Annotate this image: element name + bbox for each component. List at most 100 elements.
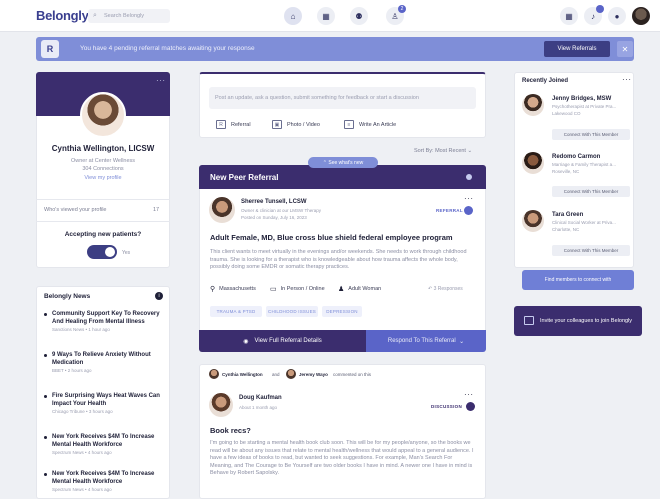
referral-chip[interactable]: TRAUMA & PTSD: [210, 306, 262, 317]
discussion-post-date: About 1 month ago: [239, 405, 278, 410]
responses-text: 3 Responses: [433, 286, 463, 292]
news-item[interactable]: New York Receives $4M To Increase Mental…: [44, 470, 164, 492]
news-headline: New York Receives $4M To Increase Mental…: [44, 470, 164, 486]
respond-referral-button[interactable]: Respond To This Referral ⌄: [366, 330, 486, 352]
info-icon[interactable]: i: [155, 292, 163, 300]
location-text: Massachusetts: [219, 286, 256, 292]
discussion-title[interactable]: Book recs?: [210, 426, 251, 435]
referral-author-avatar[interactable]: [209, 197, 235, 223]
commenter-avatar[interactable]: [286, 369, 296, 379]
directory-nav-button[interactable]: ▦: [317, 7, 335, 25]
messages-button[interactable]: ●: [608, 7, 626, 25]
member-avatar[interactable]: [522, 152, 544, 174]
invite-label: Invite your colleagues to join Belongly: [540, 318, 633, 324]
referral-action-label: Referral: [231, 121, 251, 128]
profile-connections[interactable]: 304 Connections: [36, 166, 170, 172]
referral-responses[interactable]: ↶ 3 Responses: [428, 286, 463, 292]
group-icon: ⚉: [355, 11, 363, 21]
commenter-name[interactable]: Cynthia Wellington: [222, 372, 263, 377]
sort-label: Sort By: Most Recent: [414, 148, 466, 154]
discussion-author-name[interactable]: Doug Kaufman: [239, 395, 282, 401]
news-headline: 9 Ways To Relieve Anxiety Without Medica…: [44, 351, 164, 367]
grid-icon: ▦: [565, 11, 573, 21]
member-name[interactable]: Redomo Carmon: [552, 154, 600, 160]
referral-chip[interactable]: DEPRESSION: [322, 306, 362, 317]
profile-more-icon[interactable]: ···: [156, 76, 166, 85]
banner-message: You have 4 pending referral matches awai…: [80, 45, 255, 52]
member-role: Marriage & Family Therapist a...: [552, 162, 616, 167]
referral-client: ♟ Adult Woman: [338, 285, 381, 293]
referrals-nav-button[interactable]: ♙ 2: [386, 5, 406, 25]
find-members-button[interactable]: Find members to connect with: [522, 270, 634, 290]
groups-nav-button[interactable]: ⚉: [350, 7, 368, 25]
search-placeholder: Search Belongly: [104, 13, 145, 19]
referral-post-date: Posted on Sunday, July 16, 2023: [241, 215, 307, 220]
member-avatar[interactable]: [522, 94, 544, 116]
referral-body: This client wants to meet virtually in t…: [210, 249, 467, 270]
connect-member-button[interactable]: Connect With This Member: [552, 245, 630, 256]
divider: [36, 199, 170, 200]
view-details-label: View Full Referral Details: [254, 338, 322, 344]
referral-author-title: Owner & clinician at our LMSW Therapy: [241, 208, 321, 213]
recent-more-icon[interactable]: ···: [622, 75, 632, 84]
discussion-author-avatar[interactable]: [209, 393, 233, 417]
referral-headline[interactable]: Adult Female, MD, Blue cross blue shield…: [210, 233, 453, 242]
client-text: Adult Woman: [348, 286, 382, 292]
apps-grid-button[interactable]: ▦: [560, 7, 578, 25]
write-article-action-button[interactable]: ≡ Write An Article: [344, 120, 396, 129]
referral-card-title: New Peer Referral: [210, 173, 279, 182]
notification-dot: [596, 5, 604, 13]
news-source: BBET • 2 hours ago: [52, 368, 92, 373]
commenter-name[interactable]: Jeremy Wayo: [299, 372, 328, 377]
user-avatar[interactable]: [632, 7, 650, 25]
commenter-avatar[interactable]: [209, 369, 219, 379]
sort-dropdown[interactable]: Sort By: Most Recent ⌄: [414, 148, 472, 154]
notifications-button[interactable]: ♪: [584, 5, 604, 25]
member-name[interactable]: Tara Green: [552, 212, 583, 218]
video-call-icon: ▭: [270, 286, 277, 293]
referral-tag: REFERRAL: [436, 208, 463, 213]
chevron-down-icon: ⌄: [467, 148, 473, 154]
photo-action-label: Photo / Video: [287, 121, 320, 128]
belongly-logo[interactable]: Belongly: [36, 8, 89, 23]
article-icon: ≡: [344, 120, 354, 129]
view-profile-link[interactable]: View my profile: [36, 175, 170, 181]
connect-member-button[interactable]: Connect With This Member: [552, 186, 630, 197]
referral-action-button[interactable]: R Referral: [216, 120, 251, 129]
referral-settings-icon[interactable]: [466, 174, 472, 180]
member-avatar[interactable]: [522, 210, 544, 232]
recently-joined-title: Recently Joined: [522, 78, 569, 84]
profile-name: Cynthia Wellington, LICSW: [51, 144, 155, 153]
view-referral-details-button[interactable]: ◉ View Full Referral Details: [199, 330, 366, 352]
location-pin-icon: ⚲: [210, 286, 216, 293]
profile-viewers-label[interactable]: Who's viewed your profile: [44, 207, 107, 213]
respond-label: Respond To This Referral: [387, 338, 456, 344]
photo-video-action-button[interactable]: ▣ Photo / Video: [272, 120, 320, 129]
news-item[interactable]: New York Receives $4M To Increase Mental…: [44, 433, 164, 455]
profile-photo[interactable]: [80, 92, 126, 138]
discussion-more-icon[interactable]: ···: [464, 390, 474, 399]
referral-more-icon[interactable]: ···: [464, 194, 474, 203]
view-referrals-button[interactable]: View Referrals: [544, 41, 610, 57]
connect-member-button[interactable]: Connect With This Member: [552, 129, 630, 140]
see-new-posts-pill[interactable]: ⌃ See what's new: [308, 157, 378, 168]
member-name[interactable]: Jenny Bridges, MSW: [552, 96, 611, 102]
news-item[interactable]: Community Support Key To Recovery And He…: [44, 310, 164, 332]
close-banner-icon[interactable]: ✕: [617, 41, 633, 57]
bell-icon: ♪: [591, 11, 595, 21]
post-input[interactable]: Post an update, ask a question, submit s…: [209, 87, 476, 109]
discussion-body: I'm going to be starting a mental health…: [210, 440, 474, 476]
home-nav-button[interactable]: ⌂: [284, 7, 302, 25]
referral-location: ⚲ Massachusetts: [210, 285, 256, 293]
accepting-patients-toggle[interactable]: [87, 245, 117, 259]
invite-colleagues-button[interactable]: Invite your colleagues to join Belongly: [514, 306, 642, 336]
search-input[interactable]: ⌕ Search Belongly: [88, 9, 170, 23]
referral-chip[interactable]: CHILDHOOD ISSUES: [266, 306, 318, 317]
commenter-join: and: [272, 372, 280, 377]
news-item[interactable]: 9 Ways To Relieve Anxiety Without Medica…: [44, 351, 164, 373]
referral-tag-icon: [464, 206, 473, 215]
building-icon: ▦: [322, 11, 330, 21]
news-item[interactable]: Fire Surprising Ways Heat Waves Can Impa…: [44, 392, 164, 414]
referral-author-name[interactable]: Sherree Tunsell, LCSW: [241, 199, 307, 205]
toggle-state-label: Yes: [122, 250, 131, 256]
